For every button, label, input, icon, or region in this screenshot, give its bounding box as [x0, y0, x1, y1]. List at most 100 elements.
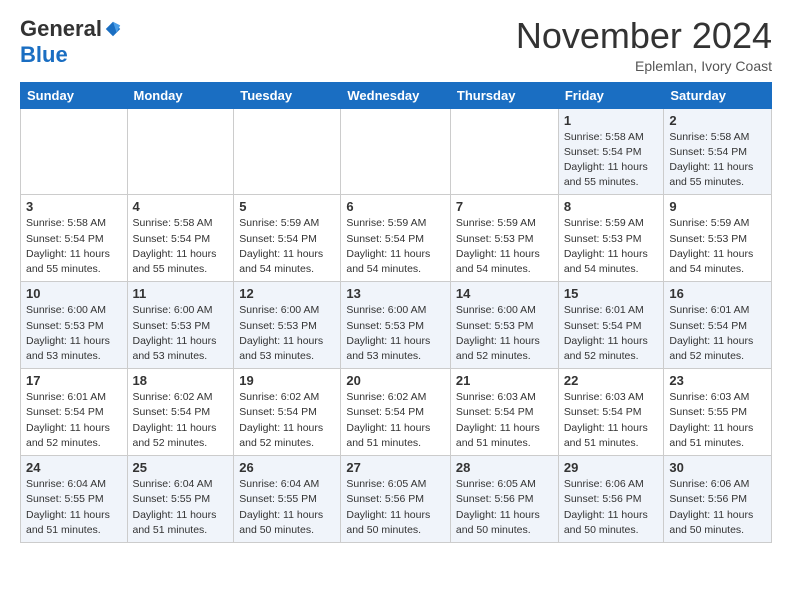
day-number: 2 [669, 113, 766, 128]
calendar-cell: 16 Sunrise: 6:01 AM Sunset: 5:54 PM Dayli… [664, 282, 772, 369]
day-number: 29 [564, 460, 659, 475]
calendar-day-header: Wednesday [341, 82, 451, 108]
day-number: 30 [669, 460, 766, 475]
calendar-day-header: Tuesday [234, 82, 341, 108]
day-info: Sunrise: 6:01 AM Sunset: 5:54 PM Dayligh… [26, 390, 122, 451]
day-number: 3 [26, 199, 122, 214]
calendar-cell: 27 Sunrise: 6:05 AM Sunset: 5:56 PM Dayli… [341, 456, 451, 543]
day-number: 20 [346, 373, 445, 388]
calendar-day-header: Saturday [664, 82, 772, 108]
calendar-cell: 20 Sunrise: 6:02 AM Sunset: 5:54 PM Dayli… [341, 369, 451, 456]
day-number: 15 [564, 286, 659, 301]
day-info: Sunrise: 6:01 AM Sunset: 5:54 PM Dayligh… [669, 303, 766, 364]
day-info: Sunrise: 5:58 AM Sunset: 5:54 PM Dayligh… [669, 130, 766, 191]
calendar-cell: 24 Sunrise: 6:04 AM Sunset: 5:55 PM Dayli… [21, 456, 128, 543]
calendar-day-header: Thursday [450, 82, 558, 108]
calendar-week-row: 17 Sunrise: 6:01 AM Sunset: 5:54 PM Dayli… [21, 369, 772, 456]
calendar-cell: 7 Sunrise: 5:59 AM Sunset: 5:53 PM Daylig… [450, 195, 558, 282]
header: General Blue November 2024 Eplemlan, Ivo… [20, 16, 772, 74]
day-number: 24 [26, 460, 122, 475]
day-info: Sunrise: 6:05 AM Sunset: 5:56 PM Dayligh… [346, 477, 445, 538]
day-info: Sunrise: 6:04 AM Sunset: 5:55 PM Dayligh… [133, 477, 229, 538]
calendar-cell [21, 108, 128, 195]
day-info: Sunrise: 6:06 AM Sunset: 5:56 PM Dayligh… [669, 477, 766, 538]
location: Eplemlan, Ivory Coast [516, 58, 772, 74]
calendar-header-row: SundayMondayTuesdayWednesdayThursdayFrid… [21, 82, 772, 108]
calendar-day-header: Friday [558, 82, 664, 108]
calendar-cell: 21 Sunrise: 6:03 AM Sunset: 5:54 PM Dayli… [450, 369, 558, 456]
day-info: Sunrise: 5:59 AM Sunset: 5:53 PM Dayligh… [456, 216, 553, 277]
calendar-cell: 10 Sunrise: 6:00 AM Sunset: 5:53 PM Dayli… [21, 282, 128, 369]
calendar-cell: 28 Sunrise: 6:05 AM Sunset: 5:56 PM Dayli… [450, 456, 558, 543]
logo-general-text: General [20, 16, 102, 42]
day-number: 13 [346, 286, 445, 301]
day-info: Sunrise: 5:59 AM Sunset: 5:53 PM Dayligh… [669, 216, 766, 277]
day-info: Sunrise: 6:00 AM Sunset: 5:53 PM Dayligh… [26, 303, 122, 364]
day-number: 7 [456, 199, 553, 214]
calendar-cell: 14Sunrise: 6:00 AM Sunset: 5:53 PM Dayli… [450, 282, 558, 369]
day-info: Sunrise: 6:01 AM Sunset: 5:54 PM Dayligh… [564, 303, 659, 364]
logo-blue-text: Blue [20, 42, 68, 68]
day-info: Sunrise: 5:58 AM Sunset: 5:54 PM Dayligh… [133, 216, 229, 277]
calendar-week-row: 24 Sunrise: 6:04 AM Sunset: 5:55 PM Dayli… [21, 456, 772, 543]
day-info: Sunrise: 6:04 AM Sunset: 5:55 PM Dayligh… [239, 477, 335, 538]
calendar-cell: 5 Sunrise: 5:59 AM Sunset: 5:54 PM Daylig… [234, 195, 341, 282]
day-info: Sunrise: 5:58 AM Sunset: 5:54 PM Dayligh… [564, 130, 659, 191]
day-number: 27 [346, 460, 445, 475]
day-number: 9 [669, 199, 766, 214]
day-number: 21 [456, 373, 553, 388]
calendar-cell: 11 Sunrise: 6:00 AM Sunset: 5:53 PM Dayli… [127, 282, 234, 369]
day-number: 16 [669, 286, 766, 301]
day-info: Sunrise: 6:03 AM Sunset: 5:54 PM Dayligh… [456, 390, 553, 451]
day-number: 8 [564, 199, 659, 214]
day-number: 11 [133, 286, 229, 301]
calendar-week-row: 10 Sunrise: 6:00 AM Sunset: 5:53 PM Dayli… [21, 282, 772, 369]
calendar-cell: 22Sunrise: 6:03 AM Sunset: 5:54 PM Dayli… [558, 369, 664, 456]
calendar-cell: 17 Sunrise: 6:01 AM Sunset: 5:54 PM Dayli… [21, 369, 128, 456]
day-number: 28 [456, 460, 553, 475]
calendar-day-header: Sunday [21, 82, 128, 108]
day-info: Sunrise: 5:59 AM Sunset: 5:53 PM Dayligh… [564, 216, 659, 277]
calendar-cell: 4 Sunrise: 5:58 AM Sunset: 5:54 PM Daylig… [127, 195, 234, 282]
calendar-cell: 9 Sunrise: 5:59 AM Sunset: 5:53 PM Daylig… [664, 195, 772, 282]
day-number: 25 [133, 460, 229, 475]
day-info: Sunrise: 6:02 AM Sunset: 5:54 PM Dayligh… [346, 390, 445, 451]
day-number: 5 [239, 199, 335, 214]
calendar-cell [450, 108, 558, 195]
calendar-cell: 8 Sunrise: 5:59 AM Sunset: 5:53 PM Daylig… [558, 195, 664, 282]
day-info: Sunrise: 6:03 AM Sunset: 5:55 PM Dayligh… [669, 390, 766, 451]
day-info: Sunrise: 6:02 AM Sunset: 5:54 PM Dayligh… [133, 390, 229, 451]
day-info: Sunrise: 5:59 AM Sunset: 5:54 PM Dayligh… [239, 216, 335, 277]
page: General Blue November 2024 Eplemlan, Ivo… [0, 0, 792, 559]
day-number: 22 [564, 373, 659, 388]
day-info: Sunrise: 6:00 AM Sunset: 5:53 PM Dayligh… [133, 303, 229, 364]
day-number: 6 [346, 199, 445, 214]
day-number: 14 [456, 286, 553, 301]
day-number: 1 [564, 113, 659, 128]
day-info: Sunrise: 6:00 AM Sunset: 5:53 PM Dayligh… [346, 303, 445, 364]
calendar-cell [234, 108, 341, 195]
calendar-cell: 29 Sunrise: 6:06 AM Sunset: 5:56 PM Dayli… [558, 456, 664, 543]
day-info: Sunrise: 6:04 AM Sunset: 5:55 PM Dayligh… [26, 477, 122, 538]
calendar-cell: 19Sunrise: 6:02 AM Sunset: 5:54 PM Dayli… [234, 369, 341, 456]
day-info: Sunrise: 6:06 AM Sunset: 5:56 PM Dayligh… [564, 477, 659, 538]
calendar-table: SundayMondayTuesdayWednesdayThursdayFrid… [20, 82, 772, 543]
calendar-week-row: 1 Sunrise: 5:58 AM Sunset: 5:54 PM Daylig… [21, 108, 772, 195]
day-number: 10 [26, 286, 122, 301]
calendar-cell: 26 Sunrise: 6:04 AM Sunset: 5:55 PM Dayli… [234, 456, 341, 543]
day-info: Sunrise: 6:05 AM Sunset: 5:56 PM Dayligh… [456, 477, 553, 538]
calendar-cell: 23 Sunrise: 6:03 AM Sunset: 5:55 PM Dayli… [664, 369, 772, 456]
calendar-week-row: 3 Sunrise: 5:58 AM Sunset: 5:54 PM Daylig… [21, 195, 772, 282]
day-number: 23 [669, 373, 766, 388]
day-number: 4 [133, 199, 229, 214]
day-info: Sunrise: 5:59 AM Sunset: 5:54 PM Dayligh… [346, 216, 445, 277]
day-number: 19 [239, 373, 335, 388]
calendar-cell: 13 Sunrise: 6:00 AM Sunset: 5:53 PM Dayli… [341, 282, 451, 369]
day-number: 18 [133, 373, 229, 388]
calendar-cell: 12Sunrise: 6:00 AM Sunset: 5:53 PM Dayli… [234, 282, 341, 369]
calendar-cell: 18 Sunrise: 6:02 AM Sunset: 5:54 PM Dayli… [127, 369, 234, 456]
day-number: 26 [239, 460, 335, 475]
calendar-cell: 1 Sunrise: 5:58 AM Sunset: 5:54 PM Daylig… [558, 108, 664, 195]
day-number: 17 [26, 373, 122, 388]
calendar-cell: 25 Sunrise: 6:04 AM Sunset: 5:55 PM Dayli… [127, 456, 234, 543]
